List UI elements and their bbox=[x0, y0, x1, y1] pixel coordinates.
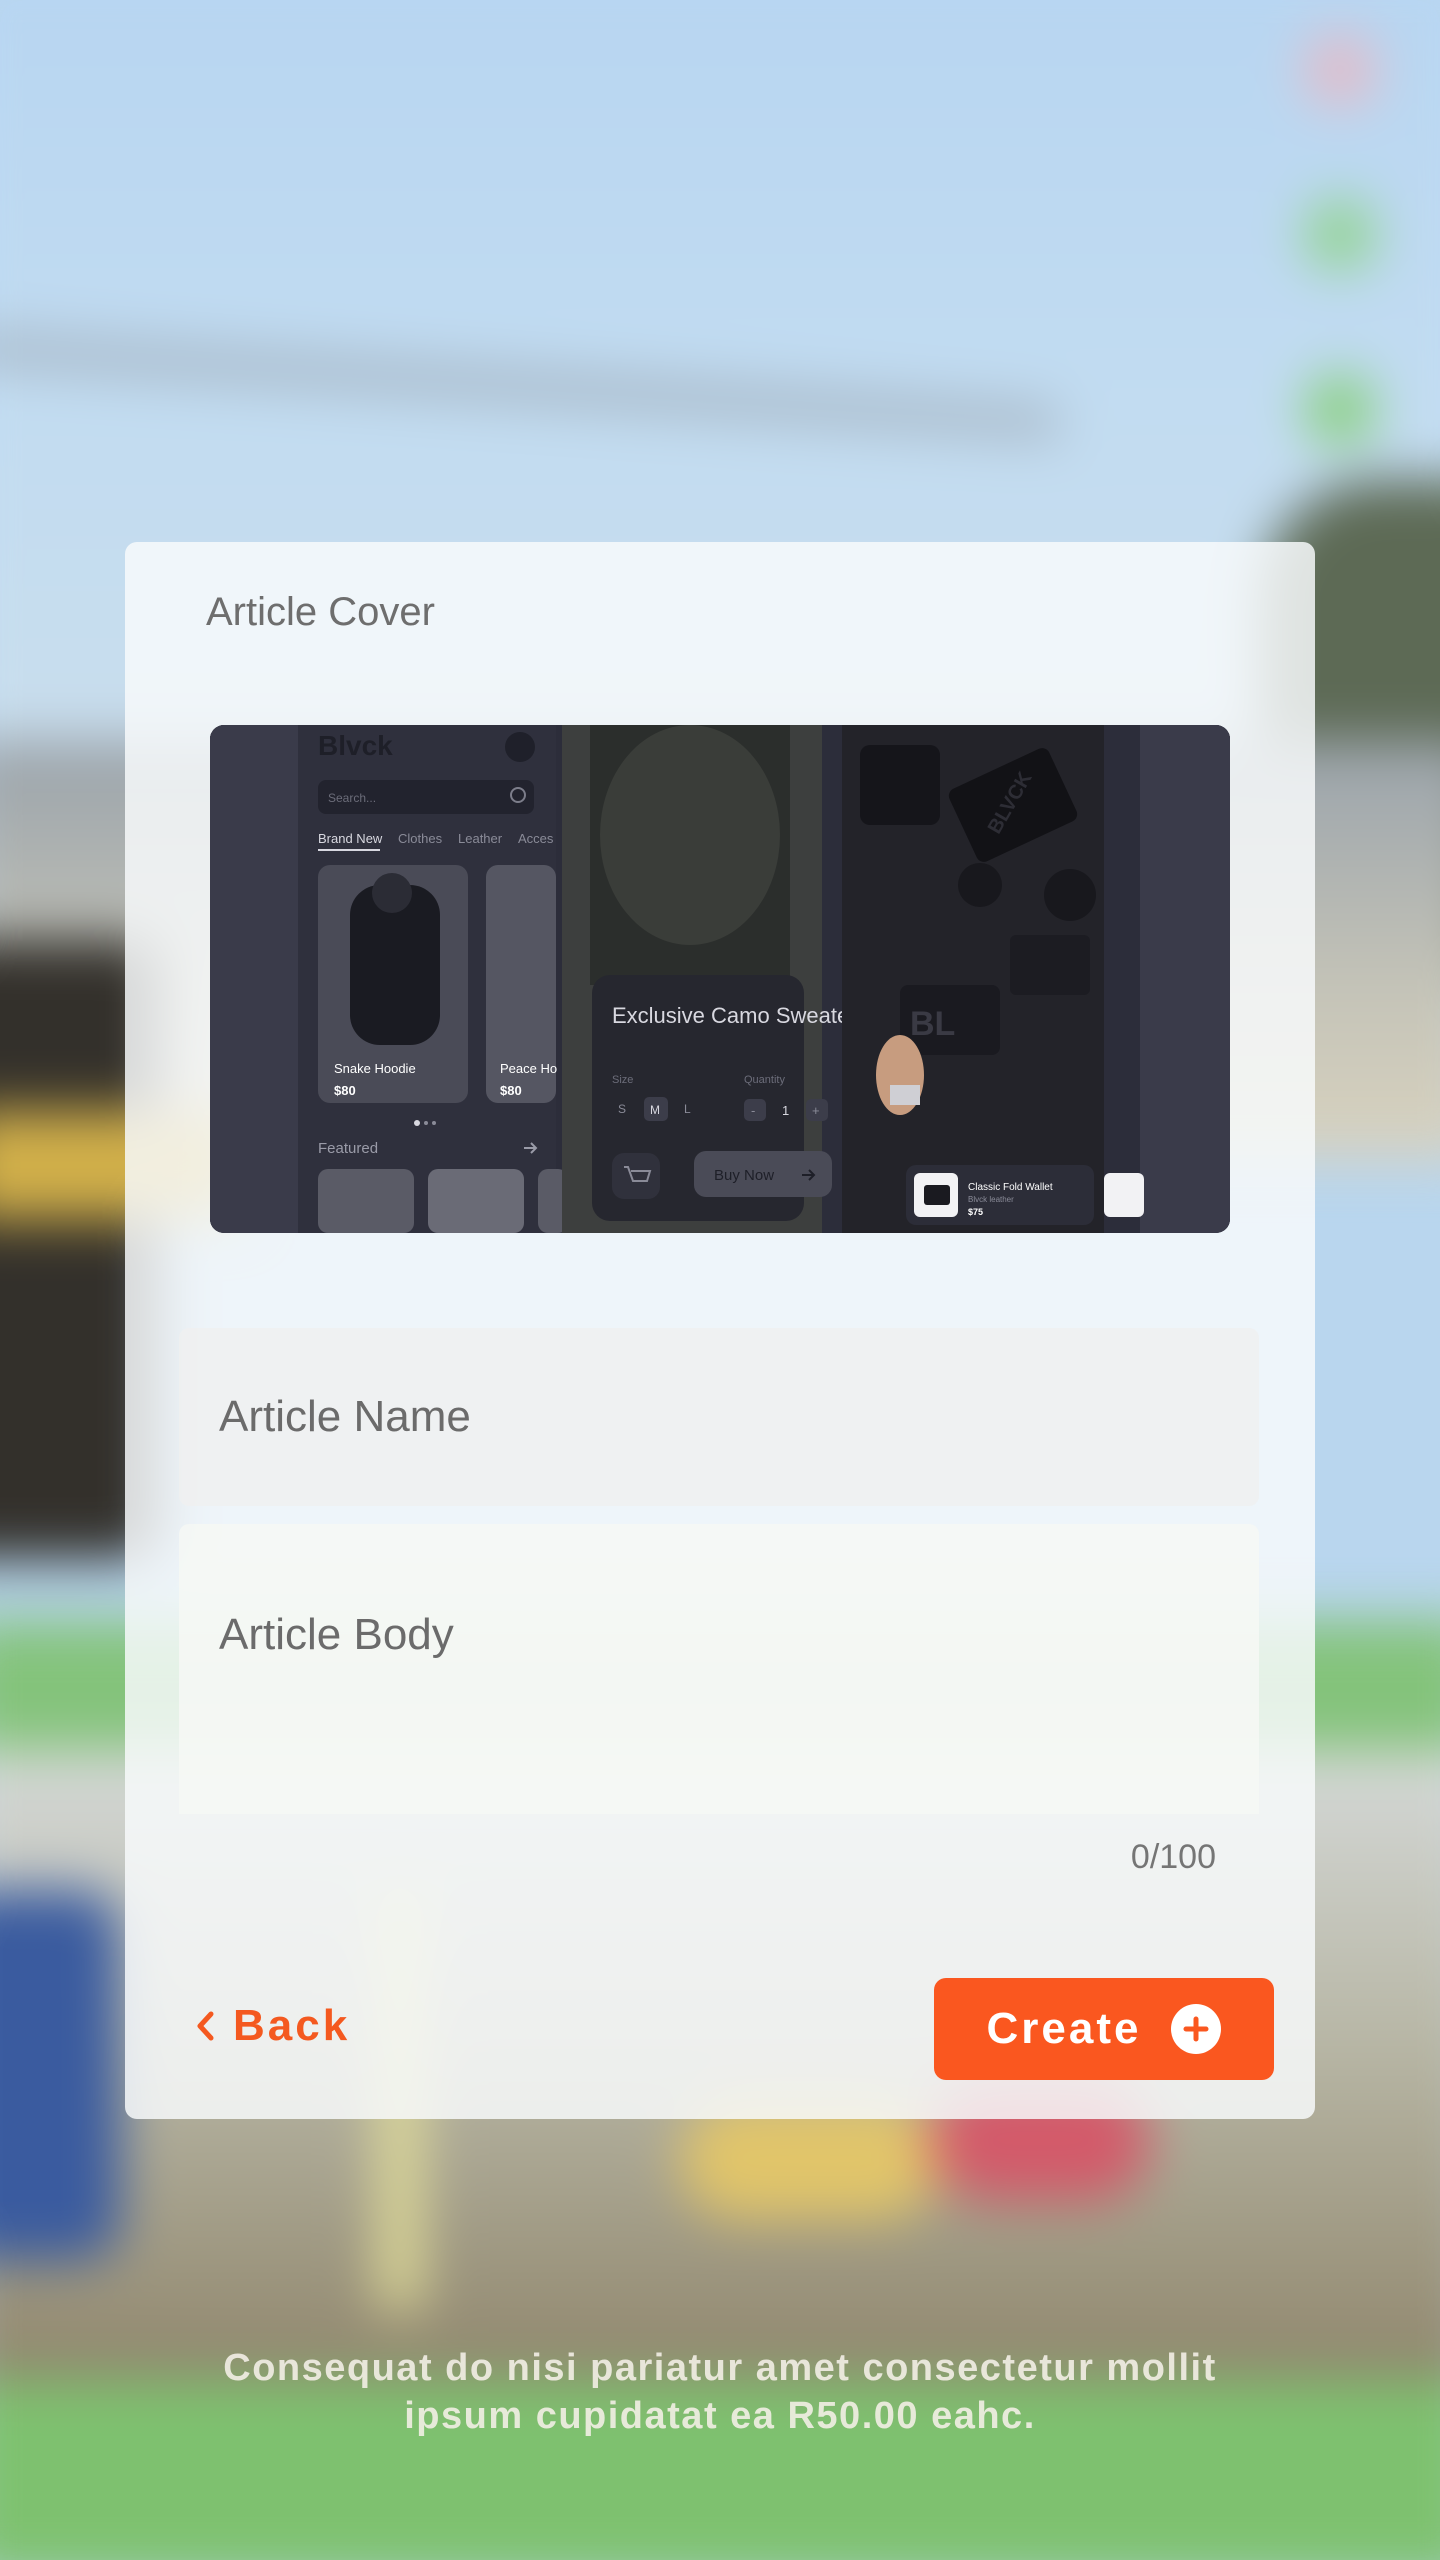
mockup-quantity-label: Quantity bbox=[744, 1074, 785, 1086]
article-name-input[interactable]: Article Name bbox=[179, 1328, 1259, 1506]
mockup-product-0-price: $80 bbox=[334, 1083, 356, 1098]
mockup-search: Search... bbox=[328, 791, 376, 805]
back-button-label: Back bbox=[233, 2001, 351, 2050]
mockup-product-1-price: $80 bbox=[500, 1083, 522, 1098]
create-article-card: Article Cover Blvck Search... Brand New … bbox=[125, 542, 1315, 2119]
article-name-placeholder: Article Name bbox=[219, 1392, 471, 1441]
create-button[interactable]: Create bbox=[934, 1978, 1274, 2080]
footer-description: Consequat do nisi pariatur amet consecte… bbox=[223, 2347, 1217, 2437]
mockup-size-s: S bbox=[618, 1102, 626, 1116]
mockup-product-0-name: Snake Hoodie bbox=[334, 1061, 416, 1076]
mockup-qty-plus: + bbox=[812, 1103, 820, 1118]
mockup-tab-0: Brand New bbox=[318, 831, 383, 846]
mockup-detail-title: Exclusive Camo Sweater bbox=[612, 1003, 857, 1028]
plus-circle-icon bbox=[1171, 2004, 1222, 2054]
character-counter: 0/100 bbox=[1130, 1838, 1216, 1876]
mockup-tab-1: Clothes bbox=[398, 831, 443, 846]
mockup-featured-label: Featured bbox=[318, 1140, 378, 1157]
back-button[interactable]: Back bbox=[193, 1991, 350, 2061]
article-body-textarea[interactable]: Article Body bbox=[179, 1524, 1259, 1814]
mockup-size-m: M bbox=[650, 1103, 660, 1117]
mockup-tab-3: Acces bbox=[518, 831, 554, 846]
cover-mockup-illustration: Blvck Search... Brand New Clothes Leathe… bbox=[210, 725, 1230, 1233]
mockup-size-label: Size bbox=[612, 1074, 633, 1086]
mockup-accessory-subtitle: Blvck leather bbox=[968, 1195, 1014, 1204]
mockup-size-l: L bbox=[684, 1102, 691, 1116]
mockup-tab-2: Leather bbox=[458, 831, 503, 846]
mockup-accessory-price: $75 bbox=[968, 1207, 983, 1217]
mockup-accessory-name: Classic Fold Wallet bbox=[968, 1182, 1053, 1193]
mockup-brand: Blvck bbox=[318, 730, 393, 761]
create-button-label: Create bbox=[986, 2004, 1142, 2053]
mockup-product-1-name: Peace Ho bbox=[500, 1061, 557, 1076]
article-cover-image[interactable]: Blvck Search... Brand New Clothes Leathe… bbox=[210, 725, 1230, 1233]
mockup-qty-value: 1 bbox=[782, 1103, 789, 1118]
article-body-placeholder: Article Body bbox=[219, 1610, 454, 1659]
chevron-left-icon bbox=[197, 2011, 214, 2041]
mockup-buy-now: Buy Now bbox=[714, 1167, 774, 1184]
article-cover-label: Article Cover bbox=[206, 590, 435, 634]
mockup-qty-minus: - bbox=[751, 1103, 755, 1118]
mockup-card-text: BL bbox=[910, 1005, 955, 1043]
